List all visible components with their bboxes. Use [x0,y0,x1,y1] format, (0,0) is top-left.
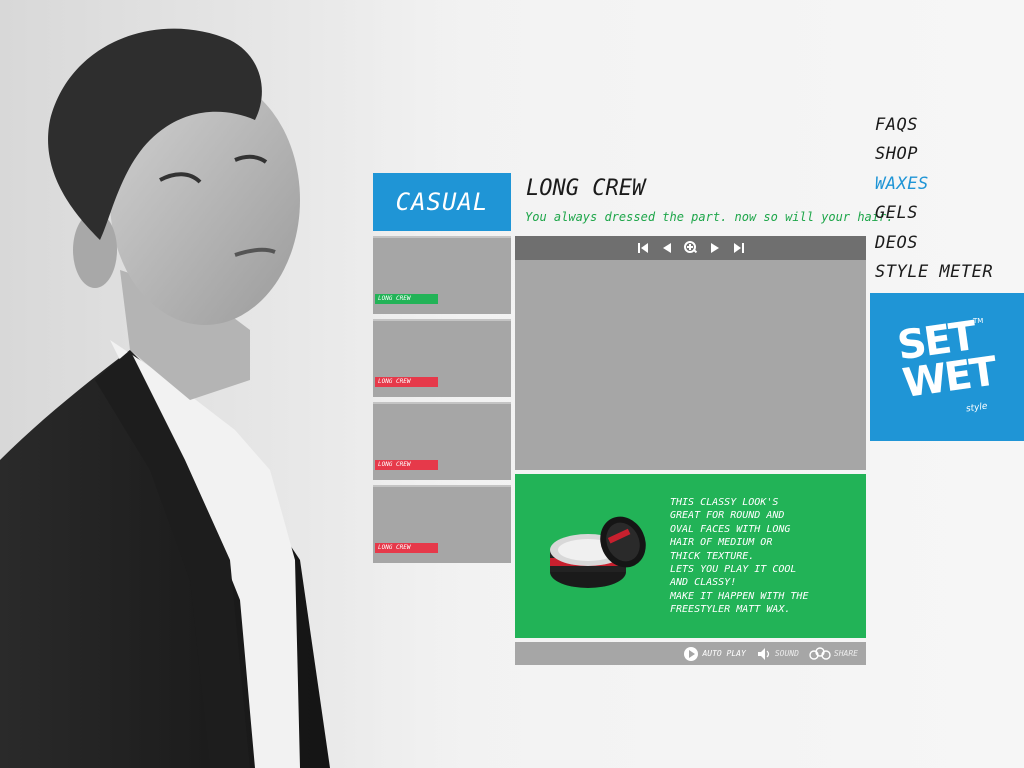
thumbnail-item[interactable]: LONG CREW [373,485,511,563]
product-line: Lets you play it cool [670,564,797,576]
play-icon [684,646,699,661]
logo-trademark: TM [973,317,984,325]
autoplay-label: AUTO PLAY [702,649,746,658]
sound-button[interactable]: SOUND [756,646,799,662]
product-line: This classy look's [670,497,779,508]
product-line: thick texture. [670,550,755,562]
category-label: CASUAL [395,188,489,216]
thumbnail-item[interactable]: LONG CREW [373,319,511,397]
set-wet-logo[interactable]: SET WET TM style [870,293,1024,441]
first-icon[interactable] [636,241,650,255]
product-line: great for round and [670,510,785,522]
product-line: oval faces with long [670,523,791,535]
product-line: freestyler matt wax. [670,604,791,616]
autoplay-button[interactable]: AUTO PLAY [683,646,746,662]
thumbnail-label: LONG CREW [375,377,438,387]
media-controls-bar: AUTO PLAY SOUND SHARE [515,642,866,665]
thumbnail-item[interactable]: LONG CREW [373,402,511,480]
thumbnail-label: LONG CREW [375,460,438,470]
thumbnail-label: LONG CREW [375,543,438,553]
share-icon [809,646,831,660]
share-button[interactable]: SHARE [809,646,858,662]
nav-item-gels[interactable]: GELS [875,203,993,232]
last-icon[interactable] [732,241,746,255]
product-line: Make it happen with the [670,590,809,602]
nav-item-deos[interactable]: DEOS [875,233,993,262]
product-info-panel: This classy look's great for round and o… [515,474,866,638]
thumbnail-label: LONG CREW [375,294,438,304]
nav-item-faqs[interactable]: FAQS [875,115,993,144]
nav-item-waxes[interactable]: WAXES [875,174,993,203]
logo-wordmark: SET WET [895,313,999,408]
logo-style-tag: style [965,401,989,415]
style-title: LONG CREW [526,176,646,201]
nav-item-shop[interactable]: SHOP [875,144,993,173]
product-line: hair of medium or [670,537,773,549]
viewer-image-area[interactable] [515,260,866,470]
nav-item-style-meter[interactable]: STYLE METER [875,262,993,291]
previous-icon[interactable] [660,241,674,255]
product-description: This classy look's great for round and o… [670,496,850,617]
thumbnail-list: LONG CREW LONG CREW LONG CREW LONG CREW [373,236,511,568]
thumbnail-item[interactable]: LONG CREW [373,236,511,314]
share-label: SHARE [833,649,858,658]
sound-label: SOUND [774,649,799,658]
main-nav: FAQS SHOP WAXES GELS DEOS STYLE METER [875,115,993,291]
next-icon[interactable] [708,241,722,255]
product-line: and classy! [670,577,737,589]
zoom-icon[interactable] [683,241,698,255]
wax-product-image [543,514,653,594]
logo-line2: WET [899,348,999,408]
speaker-icon [757,647,769,660]
style-subtitle: You always dressed the part. now so will… [525,210,894,224]
viewer-toolbar [515,236,866,260]
category-tile-casual[interactable]: CASUAL [373,173,511,231]
